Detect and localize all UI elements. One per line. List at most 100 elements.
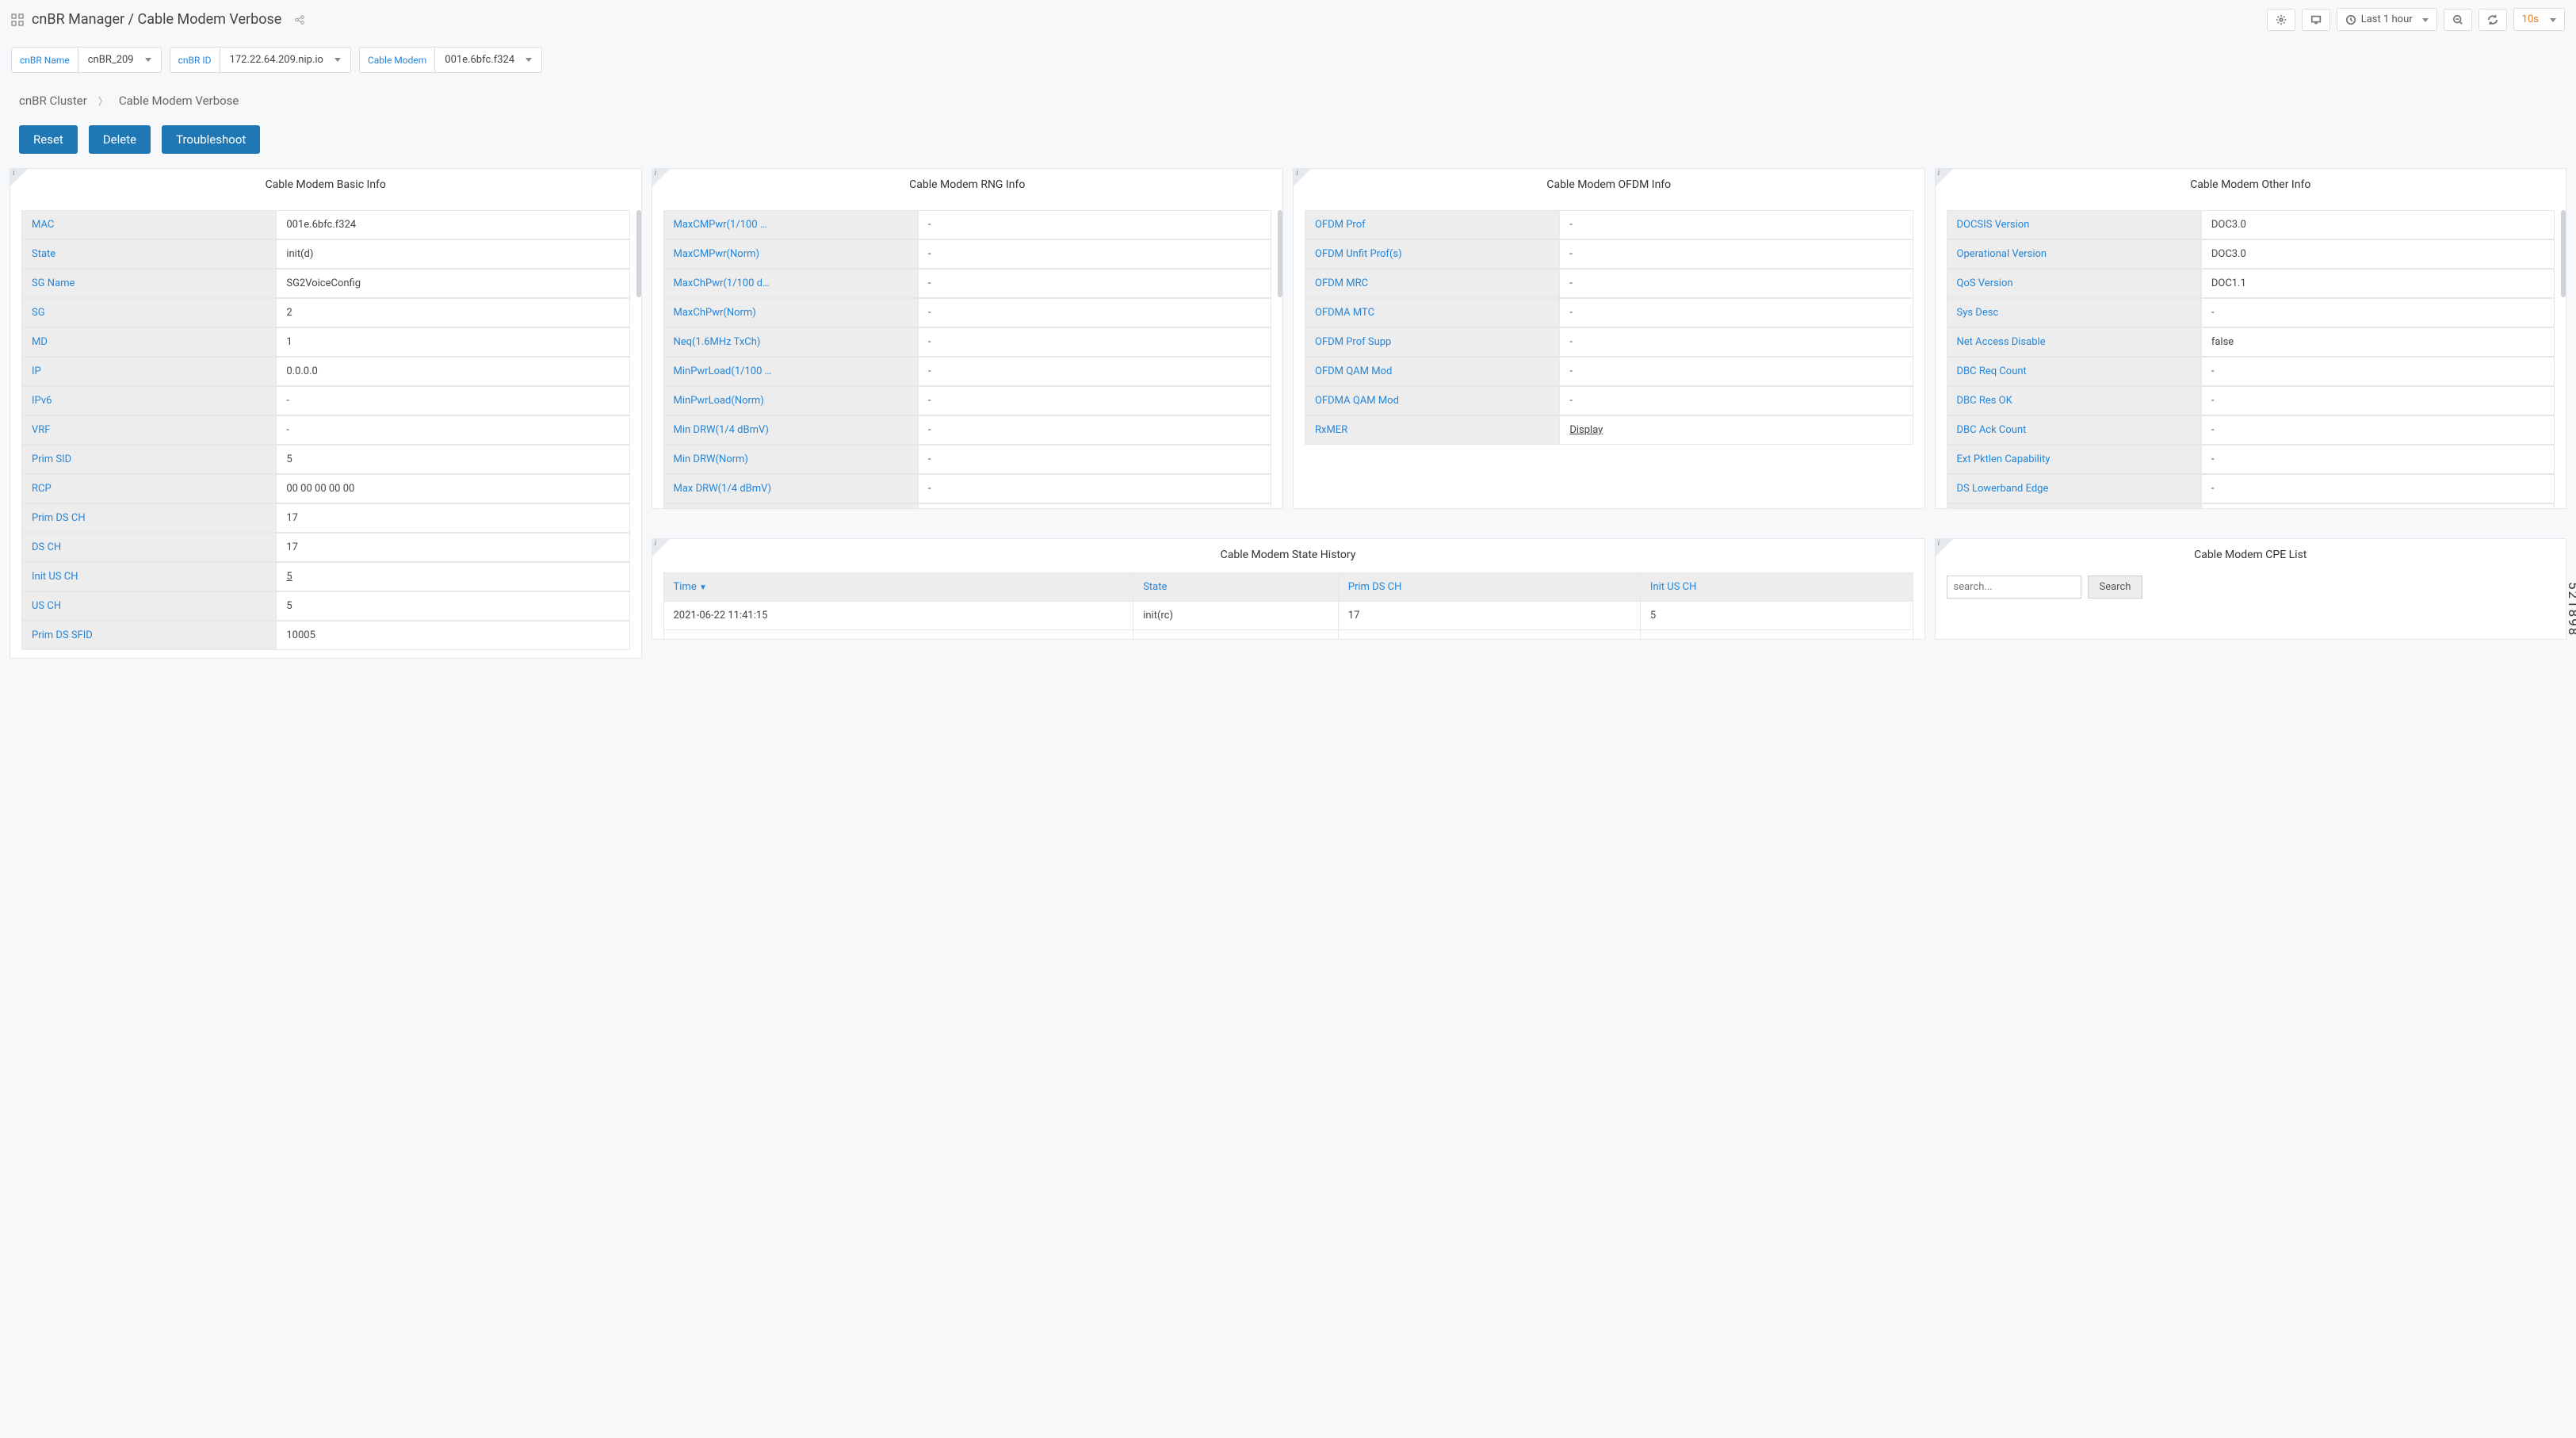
kv-value: -	[919, 474, 1271, 503]
state-history-table: Time ▼ State Prim DS CH Init US CH 2021-…	[663, 572, 1913, 639]
panel-info-icon[interactable]: i	[1294, 169, 1311, 186]
delete-button[interactable]: Delete	[89, 125, 151, 154]
kv-value: 10005	[277, 621, 629, 649]
time-range-picker[interactable]: Last 1 hour	[2337, 8, 2437, 31]
kv-row: Min DRW(Norm)-	[663, 445, 1272, 474]
kv-key: MD	[21, 327, 277, 356]
zoom-out-button[interactable]	[2444, 9, 2472, 31]
col-prim-ds[interactable]: Prim DS CH	[1338, 572, 1640, 601]
kv-row: MaxChPwr(Norm)-	[663, 298, 1272, 327]
kv-value: -	[1560, 298, 1913, 327]
table-row: 2021-06-22 11:41:15init(rc)175	[663, 601, 1913, 629]
kv-row: MD1	[21, 327, 630, 357]
col-init-us[interactable]: Init US CH	[1640, 572, 1913, 601]
kv-key: DBC Res OK	[1947, 386, 2202, 415]
kv-key: RCP	[21, 474, 277, 503]
col-state[interactable]: State	[1133, 572, 1339, 601]
kv-value: -	[277, 415, 629, 444]
breadcrumb-item[interactable]: cnBR Cluster	[19, 94, 87, 108]
panel-info-icon[interactable]: i	[1936, 169, 1953, 186]
kv-value: 2	[277, 298, 629, 327]
panel-info-icon[interactable]: i	[1936, 539, 1953, 556]
kv-value: -	[2202, 503, 2555, 508]
panel-other-info: i Cable Modem Other Info DOCSIS VersionD…	[1935, 168, 2567, 509]
kv-value: false	[2202, 327, 2555, 356]
kv-key: OFDM QAM Mod	[1305, 357, 1560, 385]
kv-value: -	[919, 386, 1271, 415]
panel-cpe-list: i Cable Modem CPE List Search	[1935, 538, 2567, 640]
refresh-interval-label: 10s	[2522, 13, 2539, 25]
panel-basic-info: i Cable Modem Basic Info MAC001e.6bfc.f3…	[10, 168, 642, 659]
refresh-button[interactable]	[2479, 9, 2507, 31]
chevron-down-icon	[2545, 13, 2556, 25]
kv-key: Ext Pktlen Capability	[1947, 445, 2202, 473]
kv-key: MaxCMPwr(Norm)	[663, 239, 919, 268]
kv-row: Init US CH5	[21, 562, 630, 591]
kv-value: 5	[277, 591, 629, 620]
panel-state-history: i Cable Modem State History Time ▼ State…	[652, 538, 1925, 640]
kv-value: -	[2202, 474, 2555, 503]
kv-row: IP0.0.0.0	[21, 357, 630, 386]
kv-key: OFDM MRC	[1305, 269, 1560, 297]
kv-key: OFDMA QAM Mod	[1305, 386, 1560, 415]
monitor-button[interactable]	[2302, 9, 2330, 31]
kv-value[interactable]: 5	[277, 562, 629, 591]
kv-row: OFDM MRC-	[1305, 269, 1913, 298]
action-row: Reset Delete Troubleshoot	[0, 125, 2576, 168]
kv-row: DOCSIS VersionDOC3.0	[1947, 210, 2555, 239]
kv-key: DOCSIS Version	[1947, 210, 2202, 239]
troubleshoot-button[interactable]: Troubleshoot	[162, 125, 260, 154]
kv-row: DBC Req Count-	[1947, 357, 2555, 386]
topbar: cnBR Manager / Cable Modem Verbose Last …	[0, 0, 2576, 39]
scrollbar[interactable]	[1278, 210, 1282, 297]
refresh-interval-picker[interactable]: 10s	[2513, 8, 2565, 31]
kv-value: -	[919, 357, 1271, 385]
kv-value: DOC3.0	[2202, 239, 2555, 268]
scrollbar[interactable]	[2561, 210, 2566, 297]
dashboard-grid-icon[interactable]	[11, 13, 24, 26]
kv-row: RxMERDisplay	[1305, 415, 1913, 445]
table-row: 2021-06-22 11:41:15init(d)175	[663, 629, 1913, 639]
clock-icon	[2345, 14, 2356, 25]
kv-value: 17	[277, 533, 629, 561]
kv-row: MaxCMPwr(1/100 …-	[663, 210, 1272, 239]
kv-value: -	[1560, 210, 1913, 239]
kv-row: MaxCMPwr(Norm)-	[663, 239, 1272, 269]
panel-info-icon[interactable]: i	[652, 539, 670, 556]
col-time[interactable]: Time ▼	[663, 572, 1133, 601]
kv-row: OFDM Prof-	[1305, 210, 1913, 239]
filter-value-cnbr-name[interactable]: cnBR_209	[78, 47, 162, 73]
kv-row: DS CH17	[21, 533, 630, 562]
panel-rng-info: i Cable Modem RNG Info MaxCMPwr(1/100 …-…	[652, 168, 1284, 509]
kv-key: MAC	[21, 210, 277, 239]
cpe-search-input[interactable]	[1947, 576, 2081, 599]
filter-value-cnbr-id[interactable]: 172.22.64.209.nip.io	[220, 47, 351, 73]
kv-value: -	[919, 327, 1271, 356]
filter-value-cable-modem[interactable]: 001e.6bfc.f324	[435, 47, 542, 73]
kv-key: Prim DS SFID	[21, 621, 277, 649]
scrollbar[interactable]	[636, 210, 641, 297]
kv-key: SG Name	[21, 269, 277, 297]
kv-value: -	[1560, 269, 1913, 297]
kv-key: Neq(1.6MHz TxCh)	[663, 327, 919, 356]
kv-key: DS CH	[21, 533, 277, 561]
kv-row: VRF-	[21, 415, 630, 445]
share-icon[interactable]	[294, 14, 305, 25]
kv-value[interactable]: Display	[1560, 415, 1913, 444]
kv-row: OFDM Prof Supp-	[1305, 327, 1913, 357]
kv-value: -	[1560, 239, 1913, 268]
time-range-label: Last 1 hour	[2361, 13, 2413, 25]
kv-row: Max DRW(Norm)-	[663, 503, 1272, 508]
reset-button[interactable]: Reset	[19, 125, 78, 154]
kv-value: -	[919, 210, 1271, 239]
settings-button[interactable]	[2267, 9, 2295, 31]
panel-info-icon[interactable]: i	[10, 169, 28, 186]
kv-key: OFDMA MTC	[1305, 298, 1560, 327]
breadcrumb: cnBR Cluster 〉 Cable Modem Verbose	[0, 81, 2576, 125]
kv-key: IP	[21, 357, 277, 385]
kv-key: Net Access Disable	[1947, 327, 2202, 356]
cpe-search-button[interactable]: Search	[2088, 576, 2143, 599]
kv-value: -	[919, 445, 1271, 473]
kv-value: -	[1560, 327, 1913, 356]
panel-info-icon[interactable]: i	[652, 169, 670, 186]
